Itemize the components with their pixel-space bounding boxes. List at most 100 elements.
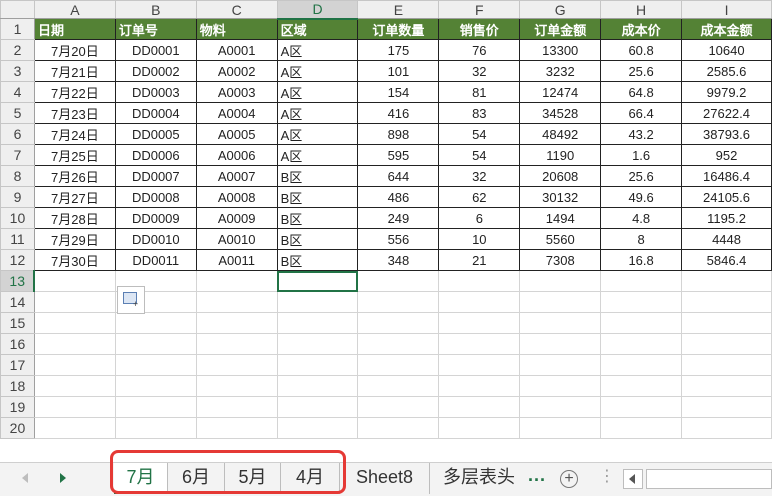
row-header[interactable]: 18: [0, 375, 35, 397]
data-cell[interactable]: A0008: [195, 186, 278, 208]
data-cell[interactable]: 175: [357, 39, 440, 61]
empty-cell[interactable]: [600, 270, 683, 292]
data-cell[interactable]: 12474: [519, 81, 602, 103]
data-cell[interactable]: 10640: [681, 39, 772, 61]
data-cell[interactable]: DD0011: [114, 249, 197, 271]
data-cell[interactable]: 7月25日: [33, 144, 116, 166]
data-cell[interactable]: 595: [357, 144, 440, 166]
data-cell[interactable]: 8: [600, 228, 683, 250]
data-cell[interactable]: 16.8: [600, 249, 683, 271]
column-header-g[interactable]: G: [519, 0, 602, 19]
data-cell[interactable]: B区: [276, 165, 359, 187]
column-header-c[interactable]: C: [195, 0, 278, 19]
data-cell[interactable]: DD0007: [114, 165, 197, 187]
data-cell[interactable]: 2585.6: [681, 60, 772, 82]
row-header[interactable]: 5: [0, 102, 35, 124]
empty-cell[interactable]: [681, 291, 772, 313]
empty-cell[interactable]: [600, 396, 683, 418]
column-header-e[interactable]: E: [357, 0, 440, 19]
empty-cell[interactable]: [519, 354, 602, 376]
column-header-i[interactable]: I: [681, 0, 772, 19]
empty-cell[interactable]: [33, 312, 116, 334]
row-header[interactable]: 17: [0, 354, 35, 376]
empty-cell[interactable]: [195, 417, 278, 439]
empty-cell[interactable]: [114, 375, 197, 397]
data-cell[interactable]: 38793.6: [681, 123, 772, 145]
data-cell[interactable]: 43.2: [600, 123, 683, 145]
empty-cell[interactable]: [114, 333, 197, 355]
row-header[interactable]: 14: [0, 291, 35, 313]
empty-cell[interactable]: [276, 291, 359, 313]
data-cell[interactable]: B区: [276, 228, 359, 250]
header-cell[interactable]: 物料: [195, 18, 278, 40]
data-cell[interactable]: DD0006: [114, 144, 197, 166]
data-cell[interactable]: A0003: [195, 81, 278, 103]
data-cell[interactable]: 6: [438, 207, 521, 229]
header-cell[interactable]: 日期: [33, 18, 116, 40]
empty-cell[interactable]: [114, 312, 197, 334]
data-cell[interactable]: 62: [438, 186, 521, 208]
data-cell[interactable]: A0009: [195, 207, 278, 229]
data-cell[interactable]: DD0009: [114, 207, 197, 229]
data-cell[interactable]: 9979.2: [681, 81, 772, 103]
empty-cell[interactable]: [195, 333, 278, 355]
data-cell[interactable]: 76: [438, 39, 521, 61]
empty-cell[interactable]: [519, 312, 602, 334]
data-cell[interactable]: 10: [438, 228, 521, 250]
data-cell[interactable]: DD0004: [114, 102, 197, 124]
data-cell[interactable]: 32: [438, 165, 521, 187]
row-header[interactable]: 10: [0, 207, 35, 229]
empty-cell[interactable]: [681, 270, 772, 292]
empty-cell[interactable]: [195, 291, 278, 313]
more-tabs-ellipsis[interactable]: ...: [528, 465, 546, 486]
data-cell[interactable]: 1494: [519, 207, 602, 229]
row-header[interactable]: 2: [0, 39, 35, 61]
empty-cell[interactable]: [519, 375, 602, 397]
empty-cell[interactable]: [357, 333, 440, 355]
column-header-h[interactable]: H: [600, 0, 683, 19]
select-all-corner[interactable]: [0, 0, 35, 19]
header-cell[interactable]: 区域: [276, 18, 359, 40]
data-cell[interactable]: DD0001: [114, 39, 197, 61]
empty-cell[interactable]: [33, 417, 116, 439]
empty-cell[interactable]: [33, 375, 116, 397]
empty-cell[interactable]: [357, 417, 440, 439]
header-cell[interactable]: 订单金额: [519, 18, 602, 40]
empty-cell[interactable]: [276, 333, 359, 355]
data-cell[interactable]: 644: [357, 165, 440, 187]
data-cell[interactable]: 24105.6: [681, 186, 772, 208]
header-cell[interactable]: 订单数量: [357, 18, 440, 40]
data-cell[interactable]: A0007: [195, 165, 278, 187]
empty-cell[interactable]: [114, 396, 197, 418]
empty-cell[interactable]: [276, 375, 359, 397]
data-cell[interactable]: 13300: [519, 39, 602, 61]
data-cell[interactable]: A区: [276, 123, 359, 145]
empty-cell[interactable]: [357, 354, 440, 376]
empty-cell[interactable]: [519, 417, 602, 439]
header-cell[interactable]: 成本金额: [681, 18, 772, 40]
data-cell[interactable]: A0006: [195, 144, 278, 166]
row-header[interactable]: 12: [0, 249, 35, 271]
data-cell[interactable]: 4448: [681, 228, 772, 250]
empty-cell[interactable]: [276, 417, 359, 439]
data-cell[interactable]: A区: [276, 102, 359, 124]
row-header[interactable]: 6: [0, 123, 35, 145]
data-cell[interactable]: 249: [357, 207, 440, 229]
data-cell[interactable]: 48492: [519, 123, 602, 145]
data-cell[interactable]: 348: [357, 249, 440, 271]
empty-cell[interactable]: [114, 354, 197, 376]
data-cell[interactable]: 60.8: [600, 39, 683, 61]
row-header[interactable]: 8: [0, 165, 35, 187]
empty-cell[interactable]: [600, 333, 683, 355]
data-cell[interactable]: 54: [438, 123, 521, 145]
row-header[interactable]: 19: [0, 396, 35, 418]
data-cell[interactable]: A0002: [195, 60, 278, 82]
data-cell[interactable]: 952: [681, 144, 772, 166]
empty-cell[interactable]: [438, 312, 521, 334]
empty-cell[interactable]: [519, 333, 602, 355]
empty-cell[interactable]: [600, 375, 683, 397]
data-cell[interactable]: 7月30日: [33, 249, 116, 271]
data-cell[interactable]: 16486.4: [681, 165, 772, 187]
data-cell[interactable]: A区: [276, 60, 359, 82]
data-cell[interactable]: 416: [357, 102, 440, 124]
